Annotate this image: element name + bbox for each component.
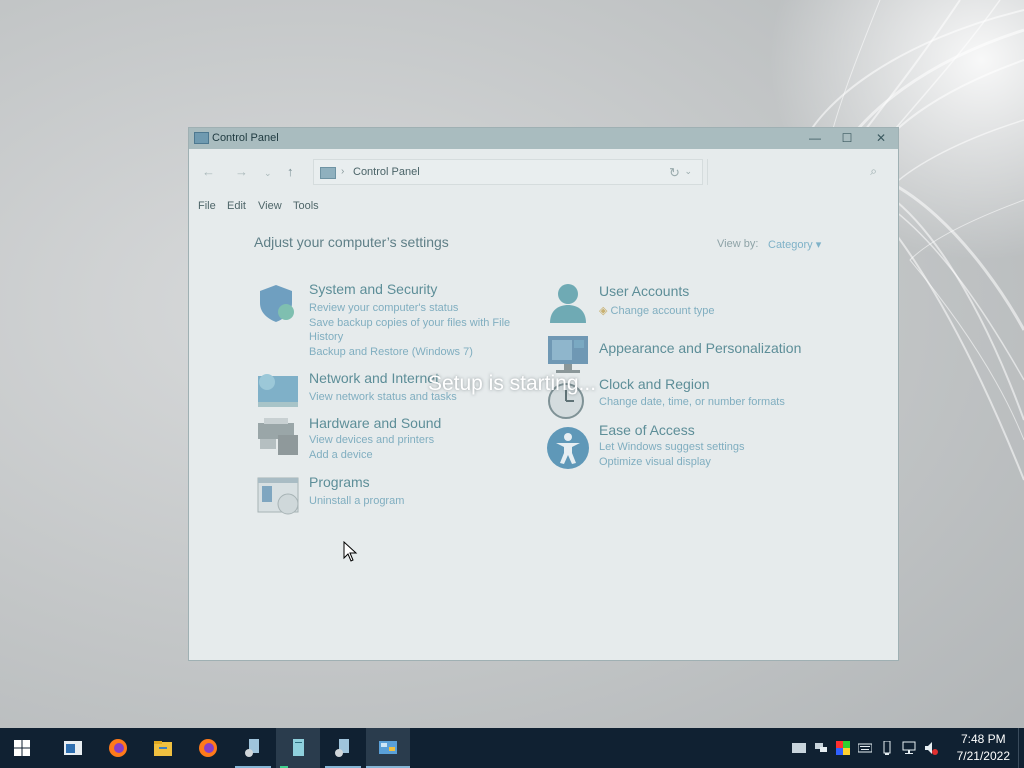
menu-bar: File Edit View Tools [189, 195, 898, 217]
address-field[interactable]: › Control Panel ⌄ [313, 159, 703, 185]
forward-arrow-icon[interactable]: → [235, 164, 248, 179]
search-icon[interactable]: ⌕ [870, 164, 877, 179]
view-by-label: View by: [717, 238, 759, 250]
document-icon [293, 739, 304, 756]
start-button[interactable] [0, 728, 44, 768]
start-icon [14, 740, 30, 756]
refresh-icon[interactable]: ↻ [669, 165, 680, 181]
user-icon[interactable] [546, 281, 590, 325]
color-icon[interactable] [836, 741, 850, 755]
control-panel-icon [320, 167, 336, 179]
taskbar-document[interactable] [276, 728, 320, 768]
printer-icon[interactable] [256, 415, 300, 459]
taskbar-firefox[interactable] [96, 728, 140, 768]
accessibility-icon[interactable] [546, 426, 590, 470]
category-link[interactable]: Backup and Restore (Windows 7) [309, 346, 473, 358]
category-title[interactable]: Appearance and Personalization [599, 340, 801, 356]
control-panel-icon [194, 132, 209, 144]
minimize-button[interactable]: — [798, 128, 832, 149]
taskbar-file-explorer[interactable] [141, 728, 185, 768]
category-title[interactable]: Hardware and Sound [309, 415, 441, 431]
view-by-dropdown[interactable]: Category ▾ [768, 238, 821, 251]
category-link[interactable]: Change date, time, or number formats [599, 396, 785, 408]
chevron-down-icon[interactable]: ⌄ [684, 166, 692, 177]
task-view-icon [64, 741, 82, 755]
category-title[interactable]: Ease of Access [599, 422, 695, 438]
desktop: Control Panel — ☐ ✕ ← → ⌄ ↑ › Control Pa… [0, 0, 1024, 728]
menu-file[interactable]: File [198, 200, 216, 212]
close-button[interactable]: ✕ [864, 128, 898, 149]
taskbar-firefox-2[interactable] [186, 728, 230, 768]
setup-status-message: Setup is starting... [427, 372, 597, 395]
show-desktop-button[interactable] [1018, 728, 1024, 768]
category-link[interactable]: Review your computer's status [309, 302, 458, 314]
firefox-icon [109, 739, 127, 757]
taskbar-media-setup[interactable] [231, 728, 275, 768]
monitor-icon[interactable] [546, 332, 590, 376]
maximize-button[interactable]: ☐ [830, 128, 864, 149]
category-title[interactable]: System and Security [309, 281, 437, 297]
category-link[interactable]: History [309, 331, 343, 343]
network-icon[interactable] [902, 741, 916, 755]
menu-view[interactable]: View [258, 200, 282, 212]
category-link[interactable]: Save backup copies of your files with Fi… [309, 317, 510, 329]
recent-locations-chevron-icon[interactable]: ⌄ [264, 168, 272, 179]
back-arrow-icon[interactable]: ← [202, 164, 215, 179]
system-tray [784, 728, 964, 768]
taskbar-clock[interactable]: 7:48 PM 7/21/2022 [957, 731, 1010, 765]
page-title: Adjust your computer’s settings [254, 234, 449, 250]
media-setup-icon [335, 739, 349, 757]
mouse-cursor-icon [343, 541, 358, 562]
taskbar: 7:48 PM 7/21/2022 [0, 728, 1024, 768]
keyboard-icon[interactable] [858, 741, 872, 755]
navigation-bar: ← → ⌄ ↑ › Control Panel ⌄ ↻ ⌕ [189, 149, 898, 195]
clock-time: 7:48 PM [960, 732, 1006, 746]
category-link-text: Change account type [610, 305, 715, 317]
file-explorer-icon [154, 741, 172, 756]
control-panel-icon [379, 741, 397, 754]
uac-shield-icon: ◈ [599, 305, 608, 317]
shield-icon[interactable] [256, 281, 300, 325]
action-center-icon[interactable] [792, 743, 806, 753]
category-link-uac[interactable]: ◈ Change account type [599, 304, 715, 317]
taskbar-control-panel[interactable] [366, 728, 410, 768]
taskbar-media-setup-2[interactable] [321, 728, 365, 768]
window-title: Control Panel [212, 132, 279, 144]
usb-icon[interactable] [880, 741, 894, 755]
breadcrumb-chevron-icon[interactable]: › [341, 166, 344, 177]
network-share-icon[interactable] [814, 741, 828, 755]
clock-date: 7/21/2022 [956, 749, 1010, 763]
category-link[interactable]: Add a device [309, 449, 373, 461]
control-panel-content: Adjust your computer’s settings View by:… [189, 217, 898, 660]
firefox-icon [199, 739, 217, 757]
search-input[interactable]: ⌕ [707, 159, 887, 185]
category-link[interactable]: Optimize visual display [599, 456, 711, 468]
category-link[interactable]: Uninstall a program [309, 495, 404, 507]
taskbar-task-view[interactable] [51, 728, 95, 768]
title-bar[interactable]: Control Panel — ☐ ✕ [189, 128, 898, 149]
menu-edit[interactable]: Edit [227, 200, 246, 212]
category-link[interactable]: Let Windows suggest settings [599, 441, 745, 453]
category-title[interactable]: User Accounts [599, 283, 689, 299]
view-by-value: Category [768, 239, 813, 251]
programs-icon[interactable] [256, 474, 300, 518]
up-arrow-icon[interactable]: ↑ [287, 164, 294, 179]
menu-tools[interactable]: Tools [293, 200, 319, 212]
category-link[interactable]: View devices and printers [309, 434, 434, 446]
volume-muted-icon[interactable] [924, 741, 938, 755]
category-title[interactable]: Programs [309, 474, 370, 490]
media-setup-icon [245, 739, 259, 757]
breadcrumb[interactable]: Control Panel [353, 166, 420, 178]
